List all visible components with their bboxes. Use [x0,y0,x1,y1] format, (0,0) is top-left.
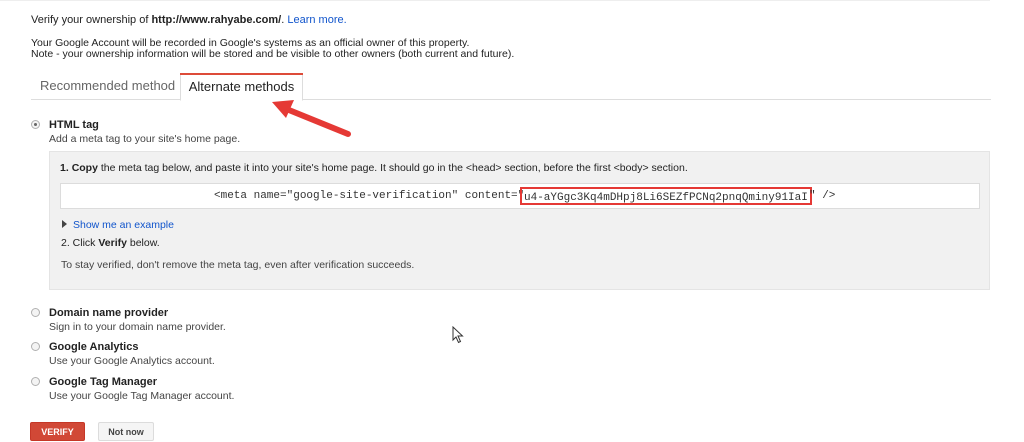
method-tabs: Recommended method Alternate methods [31,73,991,101]
step-2-pre: 2. Click [61,237,99,249]
step-1-bold: Copy [71,162,98,174]
meta-tag-suffix: " /> [809,190,836,202]
step-1-rest: the meta tag below, and paste it into yo… [97,162,688,174]
stay-verified-note: To stay verified, don't remove the meta … [61,259,415,271]
option-desc-domain-name-provider: Sign in to your domain name provider. [49,321,226,333]
step-2-bold: Verify [98,237,127,249]
radio-google-analytics[interactable] [31,342,40,351]
step-2-post: below. [126,237,160,249]
ownership-note: Your Google Account will be recorded in … [31,38,514,60]
meta-tag-prefix: <meta name="google-site-verification" co… [214,190,525,202]
mouse-pointer-icon [452,326,464,344]
step-1-text: 1. Copy the meta tag below, and paste it… [60,162,688,174]
show-example-toggle[interactable]: Show me an example [62,219,174,231]
verification-token-highlight: u4-aYGgc3Kq4mDHpj8Li6SEZfPCNq2pnqQminy91… [520,187,812,205]
option-title-html-tag: HTML tag [49,119,99,131]
meta-tag-code-box[interactable]: <meta name="google-site-verification" co… [60,183,980,209]
not-now-button[interactable]: Not now [98,422,154,441]
verify-button[interactable]: VERIFY [30,422,85,441]
option-title-domain-name-provider: Domain name provider [49,307,169,319]
radio-google-tag-manager[interactable] [31,377,40,386]
triangle-right-icon [62,220,67,228]
option-desc-google-tag-manager: Use your Google Tag Manager account. [49,390,235,402]
option-title-google-analytics: Google Analytics [49,341,139,353]
step-1-number: 1. [60,162,72,174]
note-line-2: Note - your ownership information will b… [31,48,515,60]
option-title-google-tag-manager: Google Tag Manager [49,376,157,388]
radio-html-tag[interactable] [31,120,40,129]
option-desc-google-analytics: Use your Google Analytics account. [49,355,215,367]
learn-more-link[interactable]: Learn more. [287,14,346,26]
tab-recommended-method[interactable]: Recommended method [40,73,175,99]
annotation-arrow-icon [272,100,351,137]
option-desc-html-tag: Add a meta tag to your site's home page. [49,133,241,145]
intro-text: Verify your ownership of [31,14,152,26]
radio-domain-name-provider[interactable] [31,308,40,317]
top-divider [0,0,990,1]
site-url: http://www.rahyabe.com/ [151,14,282,26]
step-2-text: 2. Click Verify below. [61,237,160,249]
verify-intro: Verify your ownership of http://www.rahy… [31,14,347,26]
show-example-link[interactable]: Show me an example [73,219,174,231]
